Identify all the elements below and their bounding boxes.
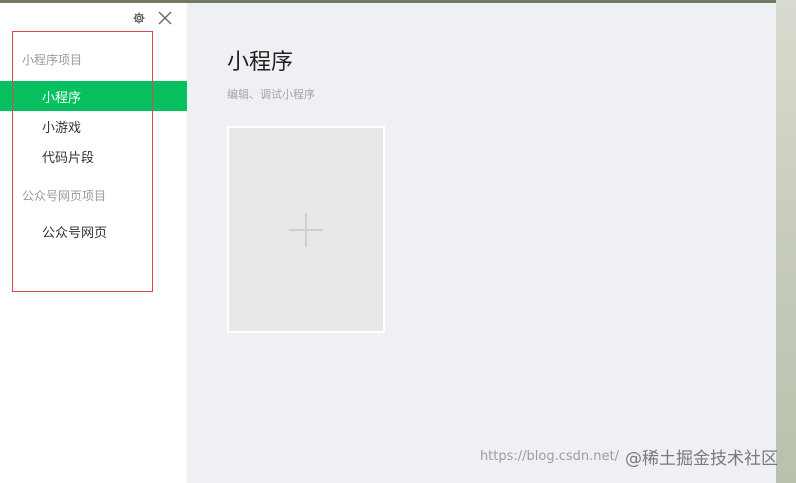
sidebar-item-minigame[interactable]: 小游戏 bbox=[0, 111, 187, 141]
close-button[interactable] bbox=[156, 9, 174, 27]
app-window: 小程序项目 小程序 小游戏 代码片段 公众号网页项目 公众号网页 小程序 编辑、… bbox=[0, 0, 796, 483]
page-subtitle: 编辑、调试小程序 bbox=[227, 88, 315, 101]
watermark-brand: @稀土掘金技术社区 bbox=[625, 449, 778, 469]
sidebar-item-code-snippet[interactable]: 代码片段 bbox=[0, 141, 187, 171]
sidebar: 小程序项目 小程序 小游戏 代码片段 公众号网页项目 公众号网页 bbox=[0, 3, 187, 483]
settings-gear-icon bbox=[133, 12, 145, 24]
watermark-url: https://blog.csdn.net/ bbox=[479, 449, 619, 464]
settings-button[interactable] bbox=[130, 9, 148, 27]
sidebar-item-miniprogram[interactable]: 小程序 bbox=[0, 81, 187, 111]
page-title: 小程序 bbox=[227, 50, 294, 75]
close-icon bbox=[158, 11, 172, 25]
watermark: https://blog.csdn.net/ @稀土掘金技术社区 bbox=[480, 444, 778, 469]
main-panel: 小程序 编辑、调试小程序 bbox=[187, 3, 776, 483]
new-project-card[interactable] bbox=[227, 126, 385, 333]
section-title-official-account: 公众号网页项目 bbox=[22, 189, 107, 203]
sidebar-item-official-webpage[interactable]: 公众号网页 bbox=[0, 216, 187, 246]
section-title-miniprogram: 小程序项目 bbox=[22, 53, 83, 67]
sidebar-toolbar bbox=[130, 9, 174, 27]
background-strip-right bbox=[776, 0, 796, 483]
plus-icon bbox=[289, 212, 323, 247]
